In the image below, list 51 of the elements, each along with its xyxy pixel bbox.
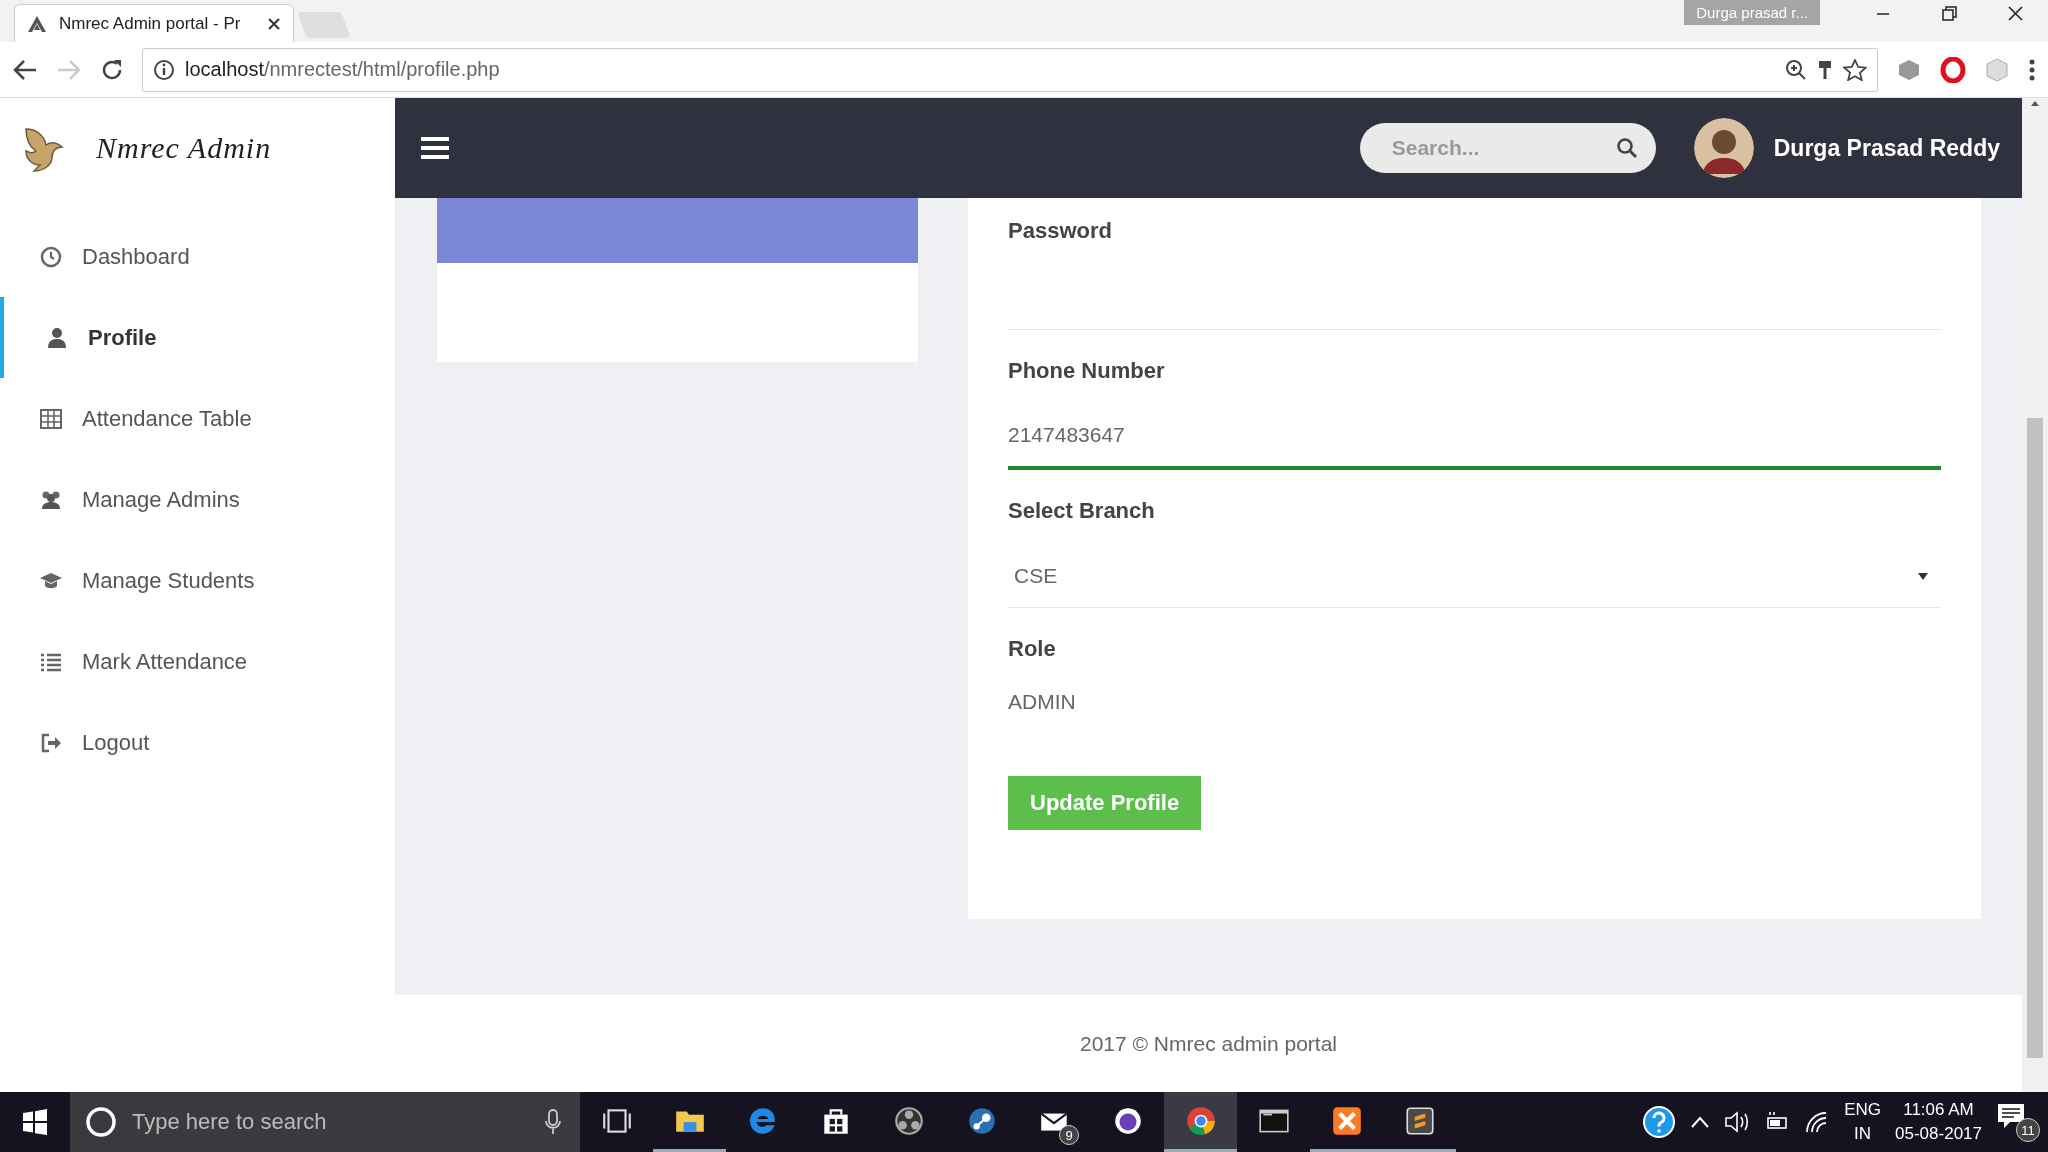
- menu-icon[interactable]: [419, 134, 451, 162]
- sidebar-item[interactable]: Dashboard: [0, 216, 395, 297]
- back-icon[interactable]: [12, 58, 38, 81]
- taskbar-app[interactable]: 9: [1018, 1092, 1091, 1152]
- taskbar-search-field[interactable]: Type here to search: [70, 1092, 580, 1152]
- count-badge: 11: [2016, 1118, 2040, 1142]
- reload-icon[interactable]: [100, 57, 124, 82]
- sidebar-item[interactable]: Attendance Table: [0, 378, 395, 459]
- sidebar-item[interactable]: Manage Admins: [0, 459, 395, 540]
- url-text: localhost/nmrectest/html/profile.php: [185, 58, 500, 81]
- clock-date[interactable]: 05-08-2017: [1895, 1124, 1982, 1144]
- field-label: Password: [1008, 218, 1113, 244]
- search-field[interactable]: Search...: [1359, 123, 1656, 173]
- field-label: Select Branch: [1008, 498, 1156, 524]
- input-field[interactable]: 2147483647: [1008, 404, 1941, 470]
- caret-icon: [1917, 570, 1929, 581]
- help-icon[interactable]: [1642, 1105, 1677, 1139]
- browser-tab[interactable]: Nmrec Admin portal - Pr: [14, 4, 294, 42]
- language-text[interactable]: ENG: [1844, 1100, 1882, 1120]
- user-name[interactable]: Durga Prasad Reddy: [1773, 134, 2000, 162]
- field-value: ADMIN: [1008, 690, 1077, 714]
- region-text[interactable]: IN: [1854, 1124, 1872, 1144]
- windows-icon[interactable]: [22, 1109, 48, 1135]
- address-bar[interactable]: localhost/nmrectest/html/profile.php: [142, 47, 1878, 92]
- count-badge: 9: [1059, 1125, 1079, 1145]
- opera-icon[interactable]: [1940, 56, 1966, 83]
- close-icon[interactable]: [267, 16, 281, 31]
- info-icon: [153, 58, 175, 81]
- table-icon: [38, 406, 64, 431]
- speaker-icon[interactable]: [1724, 1110, 1751, 1134]
- microphone-icon[interactable]: [544, 1109, 562, 1135]
- zoom-icon[interactable]: [1785, 58, 1807, 81]
- cortana-icon[interactable]: [84, 1105, 118, 1139]
- avatar[interactable]: [1693, 118, 1754, 178]
- field-label: Phone Number: [1008, 358, 1166, 384]
- more-icon[interactable]: [2028, 57, 2036, 82]
- sidebar-item[interactable]: Manage Students: [0, 540, 395, 621]
- scrollbar[interactable]: [2022, 98, 2048, 1092]
- clock-time[interactable]: 11:06 AM: [1903, 1100, 1974, 1120]
- sidebar-item[interactable]: Mark Attendance: [0, 621, 395, 702]
- search-icon[interactable]: [1615, 137, 1638, 159]
- taskbar-app[interactable]: [1164, 1092, 1237, 1152]
- field-label: Role: [1008, 636, 1057, 662]
- branch-select[interactable]: CSE: [1008, 544, 1941, 608]
- star-icon[interactable]: [1843, 58, 1867, 81]
- sidebar-item[interactable]: Logout: [0, 702, 395, 783]
- brand-name: Nmrec Admin: [96, 131, 272, 165]
- chevron-up-icon[interactable]: [1690, 1115, 1711, 1129]
- clock-icon: [38, 244, 64, 269]
- logo-icon: [27, 14, 47, 33]
- footer-text: 2017 © Nmrec admin portal: [1079, 1031, 1338, 1056]
